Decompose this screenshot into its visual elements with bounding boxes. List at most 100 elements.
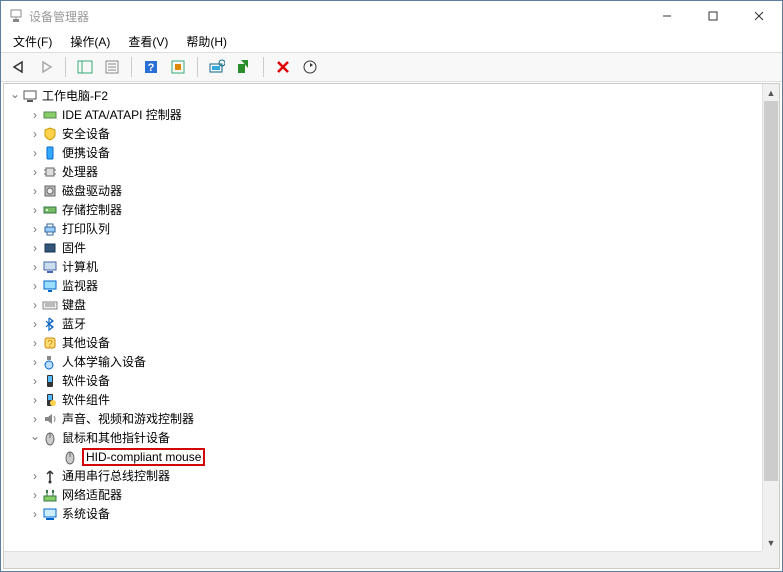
tree-category[interactable]: ›通用串行总线控制器 xyxy=(4,466,762,485)
tree-category[interactable]: › IDE ATA/ATAPI 控制器 xyxy=(4,105,762,124)
menu-action[interactable]: 操作(A) xyxy=(66,31,114,52)
expand-toggle[interactable]: › xyxy=(28,108,42,122)
expand-toggle[interactable]: › xyxy=(28,165,42,179)
horizontal-scrollbar[interactable] xyxy=(4,551,762,568)
tree-category[interactable]: › 人体学输入设备 xyxy=(4,352,762,371)
cpu-icon xyxy=(42,164,58,180)
add-legacy-button[interactable] xyxy=(232,55,256,79)
tree-item-label: 声音、视频和游戏控制器 xyxy=(62,410,194,427)
tree-item-label: 蓝牙 xyxy=(62,315,86,332)
firmware-icon xyxy=(42,240,58,256)
tree-item-label: 存储控制器 xyxy=(62,201,122,218)
tree-category[interactable]: ›软件组件 xyxy=(4,390,762,409)
tree-item-label: 鼠标和其他指针设备 xyxy=(62,429,170,446)
expand-toggle[interactable]: › xyxy=(28,355,42,369)
show-hide-tree-button[interactable] xyxy=(73,55,97,79)
back-button[interactable] xyxy=(7,55,31,79)
tree-category[interactable]: ›固件 xyxy=(4,238,762,257)
menu-help[interactable]: 帮助(H) xyxy=(182,31,231,52)
tree-item-label: IDE ATA/ATAPI 控制器 xyxy=(62,106,182,123)
tree-item-label: 软件设备 xyxy=(62,372,110,389)
ide-icon xyxy=(42,107,58,123)
monitor-icon xyxy=(42,278,58,294)
expand-toggle[interactable]: › xyxy=(28,146,42,160)
usb-icon xyxy=(42,468,58,484)
refresh-button[interactable] xyxy=(298,55,322,79)
window-controls xyxy=(644,1,782,31)
tree-category[interactable]: ⌄ 鼠标和其他指针设备 xyxy=(4,428,762,447)
mouse-cat-icon xyxy=(42,430,58,446)
computer-icon xyxy=(42,259,58,275)
tree-category[interactable]: › 计算机 xyxy=(4,257,762,276)
expand-toggle[interactable]: › xyxy=(28,222,42,236)
tree-category[interactable]: › 软件设备 xyxy=(4,371,762,390)
tree-category[interactable]: › 处理器 xyxy=(4,162,762,181)
expand-toggle[interactable]: › xyxy=(28,127,42,141)
expand-toggle[interactable]: › xyxy=(28,279,42,293)
expand-toggle[interactable]: › xyxy=(28,336,42,350)
tree-category[interactable]: › 监视器 xyxy=(4,276,762,295)
scroll-up-button[interactable]: ▲ xyxy=(763,84,779,101)
scroll-thumb[interactable] xyxy=(764,101,778,481)
audio-icon xyxy=(42,411,58,427)
expand-toggle[interactable]: › xyxy=(28,241,42,255)
other-icon: ? xyxy=(42,335,58,351)
tree-category[interactable]: › 打印队列 xyxy=(4,219,762,238)
tree-category[interactable]: ›便携设备 xyxy=(4,143,762,162)
tree-category[interactable]: ›网络适配器 xyxy=(4,485,762,504)
expand-toggle[interactable]: › xyxy=(28,184,42,198)
tree-item-label: 监视器 xyxy=(62,277,98,294)
tree-item-label: 其他设备 xyxy=(62,334,110,351)
expand-toggle[interactable]: › xyxy=(28,393,42,407)
collapse-toggle[interactable]: ⌄ xyxy=(28,429,42,443)
tree-item-label: 计算机 xyxy=(62,258,98,275)
collapse-toggle[interactable]: ⌄ xyxy=(8,87,22,101)
minimize-button[interactable] xyxy=(644,1,690,31)
uninstall-button[interactable] xyxy=(271,55,295,79)
tree-category[interactable]: ›? 其他设备 xyxy=(4,333,762,352)
tree-root[interactable]: ⌄工作电脑-F2 xyxy=(4,86,762,105)
tree-category[interactable]: ›磁盘驱动器 xyxy=(4,181,762,200)
hid-icon xyxy=(42,354,58,370)
expand-toggle[interactable]: › xyxy=(28,374,42,388)
expand-toggle[interactable]: › xyxy=(28,203,42,217)
window-title: 设备管理器 xyxy=(29,8,89,25)
tree-category[interactable]: ›安全设备 xyxy=(4,124,762,143)
help-button[interactable]: ? xyxy=(139,55,163,79)
scroll-down-button[interactable]: ▼ xyxy=(763,534,779,551)
properties-button[interactable] xyxy=(100,55,124,79)
tree-category[interactable]: ›键盘 xyxy=(4,295,762,314)
expand-toggle[interactable]: › xyxy=(28,260,42,274)
expand-toggle[interactable]: › xyxy=(28,488,42,502)
mouse-icon xyxy=(62,449,78,465)
tree-item-label: 处理器 xyxy=(62,163,98,180)
expand-toggle[interactable]: › xyxy=(28,412,42,426)
expand-toggle[interactable]: › xyxy=(28,507,42,521)
tree-item-label: 打印队列 xyxy=(62,220,110,237)
menu-view[interactable]: 查看(V) xyxy=(124,31,172,52)
maximize-button[interactable] xyxy=(690,1,736,31)
tree-item-label: 人体学输入设备 xyxy=(62,353,146,370)
forward-button[interactable] xyxy=(34,55,58,79)
action-button[interactable] xyxy=(166,55,190,79)
scan-button[interactable] xyxy=(205,55,229,79)
tree-device[interactable]: HID-compliant mouse xyxy=(4,447,762,466)
expand-toggle[interactable]: › xyxy=(28,298,42,312)
tree-category[interactable]: › 声音、视频和游戏控制器 xyxy=(4,409,762,428)
tree-scroll[interactable]: ⌄工作电脑-F2›IDE ATA/ATAPI 控制器›安全设备›便携设备›处理器… xyxy=(4,84,762,551)
expand-toggle[interactable]: › xyxy=(28,317,42,331)
vertical-scrollbar[interactable]: ▲ ▼ xyxy=(762,84,779,551)
app-icon xyxy=(9,9,23,23)
expand-toggle[interactable]: › xyxy=(28,469,42,483)
tree-category[interactable]: › 存储控制器 xyxy=(4,200,762,219)
tree-category[interactable]: › 蓝牙 xyxy=(4,314,762,333)
menu-file[interactable]: 文件(F) xyxy=(9,31,56,52)
svg-text:?: ? xyxy=(47,339,53,350)
menubar: 文件(F) 操作(A) 查看(V) 帮助(H) xyxy=(1,31,782,52)
tree-category[interactable]: ›系统设备 xyxy=(4,504,762,523)
portable-icon xyxy=(42,145,58,161)
scrollbar-corner xyxy=(762,551,779,568)
net-icon xyxy=(42,487,58,503)
soft-icon xyxy=(42,373,58,389)
close-button[interactable] xyxy=(736,1,782,31)
